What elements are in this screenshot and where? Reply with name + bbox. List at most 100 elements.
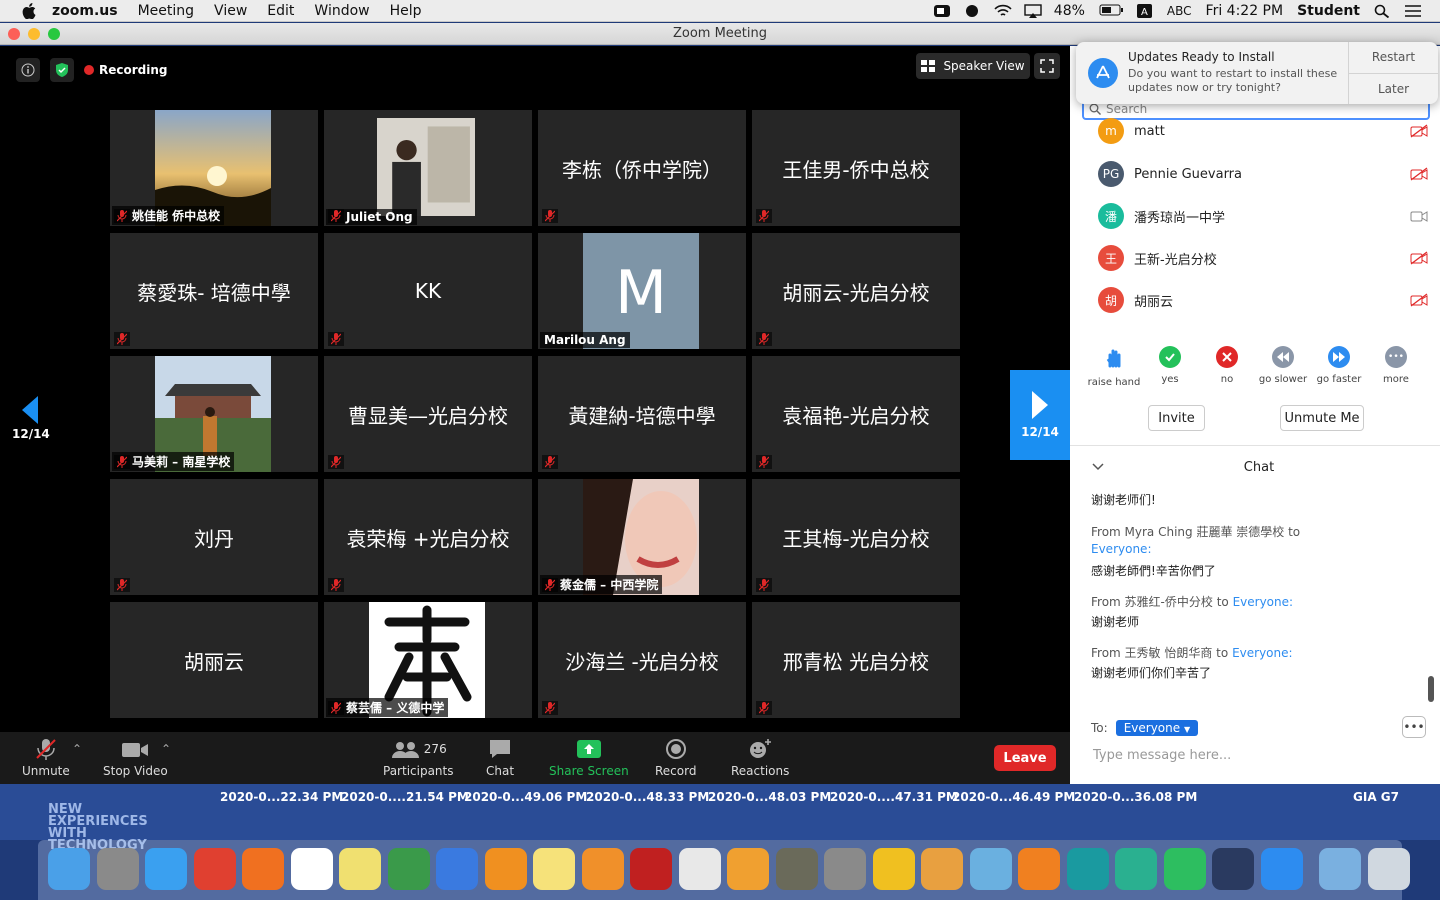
participant-list-item[interactable]: m matt [1098,118,1428,144]
leave-meeting-button[interactable]: Leave [994,745,1056,771]
previous-page-button[interactable]: 12/14 [12,396,50,441]
desktop-file-label[interactable]: GIA G7 [1353,790,1399,804]
wifi-icon[interactable] [994,4,1012,18]
books-icon[interactable] [484,848,527,890]
participant-tile[interactable]: M Marilou Ang [538,233,746,349]
participant-tile[interactable]: 姚佳能 侨中总校 [110,110,318,226]
firefox-icon[interactable] [242,848,284,890]
notes-icon[interactable] [533,848,575,890]
package-icon[interactable] [921,848,963,890]
menu-edit[interactable]: Edit [267,3,294,19]
scissors-icon[interactable] [969,848,1012,890]
reaction-more-button[interactable]: ••• more [1368,346,1424,385]
airplay-icon[interactable] [1024,3,1042,18]
scratch-icon[interactable] [727,848,769,890]
desktop-file-label[interactable]: 2020-0...46.49 PM [952,790,1075,804]
recipient-dropdown[interactable]: Everyone ▼ [1115,720,1199,736]
participant-tile[interactable]: 蔡愛珠- 培德中學 [110,233,318,349]
photo-booth-icon[interactable] [630,848,672,890]
reactions-button[interactable]: Reactions [731,738,789,778]
unmute-me-button[interactable]: Unmute Me [1280,405,1364,431]
arduino-icon[interactable] [1066,848,1109,890]
participant-tile[interactable]: 沙海兰 -光启分校 [538,602,746,718]
app-m-icon[interactable] [872,848,915,890]
participant-tile[interactable]: 胡丽云 [110,602,318,718]
reaction-raise-hand-button[interactable]: raise hand [1086,346,1142,388]
invite-button[interactable]: Invite [1148,405,1205,431]
close-window-button[interactable] [8,28,20,40]
meeting-info-icon[interactable] [16,58,40,82]
gimp-icon[interactable] [775,848,818,890]
trash-icon[interactable] [1367,848,1410,890]
fullscreen-button[interactable] [1034,53,1060,79]
participant-tile[interactable]: 李栋（侨中学院） [538,110,746,226]
chat-scrollbar[interactable] [1428,676,1434,702]
user-name[interactable]: Student [1297,3,1360,19]
record-button[interactable]: Record [655,738,696,778]
chrome-icon[interactable] [193,848,236,890]
atom-icon[interactable] [1115,848,1157,890]
audio-options-chevron-icon[interactable]: ⌃ [72,742,82,756]
reaction-go-faster-button[interactable]: go faster [1311,346,1367,385]
pages-icon[interactable] [581,848,624,890]
later-button[interactable]: Later [1349,74,1438,105]
zoom-icon[interactable] [1260,848,1303,890]
desktop-file-label[interactable]: 2020-0...36.08 PM [1074,790,1197,804]
share-screen-button[interactable]: Share Screen [549,738,629,778]
participant-tile[interactable]: 曹显美—光启分校 [324,356,532,472]
video-options-chevron-icon[interactable]: ⌃ [161,742,171,756]
participant-list-item[interactable]: 胡胡丽云 [1098,286,1428,314]
notes-pad-icon[interactable] [339,848,381,890]
spotlight-search-icon[interactable] [1374,4,1390,18]
notification-center-icon[interactable] [1404,4,1421,18]
next-page-button[interactable]: 12/14 [1010,370,1070,460]
participant-tile[interactable]: 邢青松 光启分校 [752,602,960,718]
recording-indicator[interactable]: Recording [84,63,168,77]
participant-tile[interactable]: 袁福艳-光启分校 [752,356,960,472]
zoom-status-icon[interactable] [933,4,950,18]
desktop-file-label[interactable]: 2020-0....47.31 PM [830,790,958,804]
photos-folder-icon[interactable] [1319,848,1361,890]
inbox-icon[interactable] [1212,848,1254,890]
encryption-shield-icon[interactable] [50,58,74,82]
desktop-file-label[interactable]: 2020-0...22.34 PM [220,790,343,804]
zoom-window-button[interactable] [48,28,60,40]
desktop-file-label[interactable]: 2020-0...48.33 PM [586,790,709,804]
evernote-icon[interactable] [1163,848,1206,890]
launchpad-icon[interactable] [96,848,139,890]
participant-tile[interactable]: 蔡芸儒 – 义德中学 [324,602,532,718]
participant-tile[interactable]: 黃建納-培德中學 [538,356,746,472]
drawing-icon[interactable] [678,848,721,890]
stop-video-button[interactable]: Stop Video [103,738,168,778]
speaker-view-button[interactable]: Speaker View [916,53,1030,79]
chat-more-options-button[interactable]: ••• [1402,716,1426,738]
participant-tile[interactable]: 蔡金儒 – 中西学院 [538,479,746,595]
participant-tile[interactable]: 王其梅-光启分校 [752,479,960,595]
desktop-file-label[interactable]: 2020-0...48.03 PM [708,790,831,804]
menu-window[interactable]: Window [314,3,369,19]
chat-button[interactable]: Chat [486,738,514,778]
restart-button[interactable]: Restart [1349,42,1438,74]
chat-message-input[interactable]: Type message here... [1093,748,1231,763]
minimize-window-button[interactable] [28,28,40,40]
evernote-status-icon[interactable] [964,4,980,18]
participant-tile[interactable]: 刘丹 [110,479,318,595]
menu-meeting[interactable]: Meeting [138,3,194,19]
safari-icon[interactable] [145,848,187,890]
participant-tile[interactable]: 袁荣梅 +光启分校 [324,479,532,595]
menu-view[interactable]: View [214,3,247,19]
participant-tile[interactable]: 马美莉 – 南星学校 [110,356,318,472]
participant-list-item[interactable]: 潘潘秀琼尚一中学 [1098,202,1428,230]
apple-icon[interactable] [22,2,38,19]
system-preferences-icon[interactable] [824,848,866,890]
menu-app-name[interactable]: zoom.us [52,3,118,19]
numbers-icon[interactable] [387,848,430,890]
participants-button[interactable]: 276 Participants [383,738,454,778]
menu-help[interactable]: Help [390,3,422,19]
reaction-yes-button[interactable]: yes [1142,346,1198,385]
calendar-icon[interactable] [290,848,333,890]
input-source-icon[interactable]: A [1136,3,1153,18]
finder-icon[interactable] [48,848,90,890]
participant-tile[interactable]: KK [324,233,532,349]
desktop-file-label[interactable]: 2020-0...49.06 PM [464,790,587,804]
